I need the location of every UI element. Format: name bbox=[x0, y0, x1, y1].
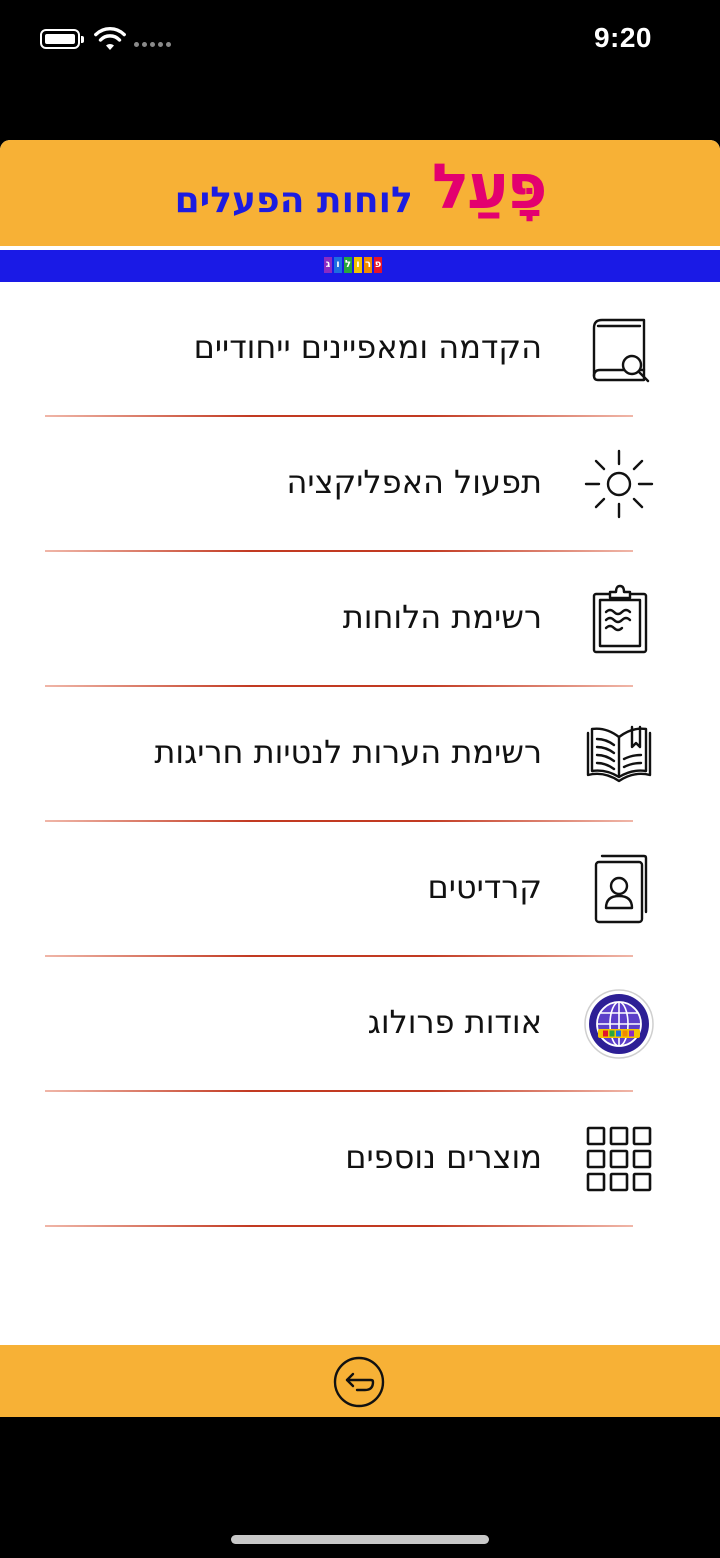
battery-icon bbox=[40, 29, 84, 49]
menu-item-more-products[interactable]: מוצרים נוספים bbox=[0, 1092, 720, 1227]
menu-divider bbox=[45, 1225, 633, 1227]
brand-letter: ר bbox=[364, 257, 372, 273]
menu-item-label: הקדמה ומאפיינים ייחודיים bbox=[193, 328, 542, 366]
menu-item-label: אודות פרולוג bbox=[367, 1003, 542, 1041]
menu-item-label: רשימת הערות לנטיות חריגות bbox=[154, 733, 542, 771]
app-header: פָּעַל לוחות הפעלים bbox=[0, 140, 720, 250]
menu-item-label: רשימת הלוחות bbox=[342, 598, 542, 636]
logo-title: פָּעַל bbox=[431, 150, 547, 223]
menu-item-label: קרדיטים bbox=[427, 868, 542, 906]
grid-icon bbox=[586, 1126, 652, 1192]
brand-letter: ג bbox=[324, 257, 332, 273]
menu-item-introduction[interactable]: הקדמה ומאפיינים ייחודיים bbox=[0, 282, 720, 417]
main-menu: הקדמה ומאפיינים ייחודיים תפעול האפליקציה bbox=[0, 282, 720, 1227]
menu-item-label: תפעול האפליקציה bbox=[286, 463, 543, 501]
menu-item-irregular-notes[interactable]: רשימת הערות לנטיות חריגות bbox=[0, 687, 720, 822]
brand-letter: פ bbox=[374, 257, 382, 273]
status-time: 9:20 bbox=[593, 22, 652, 53]
sun-icon bbox=[584, 449, 654, 519]
contact-book-icon bbox=[594, 854, 648, 924]
app-container: פָּעַל לוחות הפעלים פרולוג הקדמה ומאפיינ… bbox=[0, 140, 720, 1417]
brand-letter: ו bbox=[354, 257, 362, 273]
phone-screen: 9:20 פָּעַל לוחות הפעלים פרולוג הקדמה ומ… bbox=[0, 0, 720, 1558]
back-arrow-icon[interactable] bbox=[333, 1356, 385, 1408]
open-book-icon bbox=[586, 725, 652, 783]
app-logo: פָּעַל לוחות הפעלים bbox=[0, 150, 720, 223]
clipboard-icon bbox=[592, 584, 648, 654]
brand-letter: ו bbox=[334, 257, 342, 273]
status-bar: 9:20 bbox=[0, 0, 720, 80]
menu-item-credits[interactable]: קרדיטים bbox=[0, 822, 720, 957]
brand-letter: ל bbox=[344, 257, 352, 273]
menu-item-label: מוצרים נוספים bbox=[345, 1138, 542, 1176]
logo-subtitle: לוחות הפעלים bbox=[174, 180, 413, 221]
home-indicator[interactable] bbox=[231, 1535, 489, 1544]
app-footer bbox=[0, 1345, 720, 1417]
cellular-signal-icon bbox=[134, 42, 171, 47]
brand-bar: פרולוג bbox=[0, 250, 720, 282]
prolog-globe-icon bbox=[584, 989, 654, 1059]
book-search-icon bbox=[592, 318, 650, 383]
menu-item-about-prolog[interactable]: אודות פרולוג bbox=[0, 957, 720, 1092]
prolog-brand-badge: פרולוג bbox=[324, 256, 382, 274]
menu-item-app-operation[interactable]: תפעול האפליקציה bbox=[0, 417, 720, 552]
wifi-icon bbox=[94, 27, 126, 50]
menu-item-tables-list[interactable]: רשימת הלוחות bbox=[0, 552, 720, 687]
